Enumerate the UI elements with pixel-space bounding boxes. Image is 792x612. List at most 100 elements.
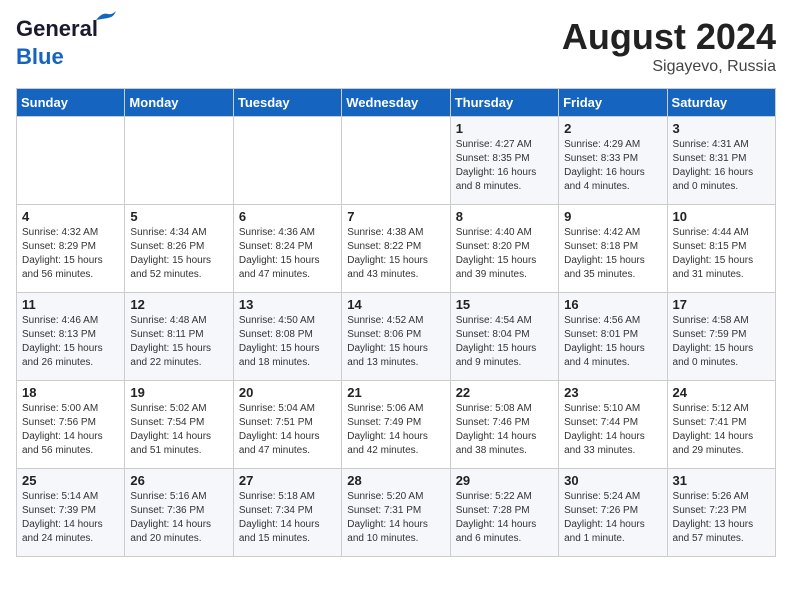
calendar-cell: 25Sunrise: 5:14 AM Sunset: 7:39 PM Dayli… — [17, 469, 125, 557]
day-number: 27 — [239, 473, 336, 488]
day-info: Sunrise: 5:16 AM Sunset: 7:36 PM Dayligh… — [130, 490, 227, 546]
calendar-cell: 29 Sunrise: 5:22 AM Sunset: 7:28 PM Dayli… — [450, 469, 558, 557]
day-number: 14 — [347, 297, 444, 312]
calendar-cell: 2 Sunrise: 4:29 AM Sunset: 8:33 PM Daylig… — [559, 117, 667, 205]
day-info: Sunrise: 4:54 AM Sunset: 8:04 PM Dayligh… — [456, 314, 553, 370]
calendar-cell: 20 Sunrise: 5:04 AM Sunset: 7:51 PM Dayli… — [233, 381, 341, 469]
day-number: 28 — [347, 473, 444, 488]
day-info: Sunrise: 4:50 AM Sunset: 8:08 PM Dayligh… — [239, 314, 336, 370]
day-number: 26 — [130, 473, 227, 488]
day-number: 1 — [456, 121, 553, 136]
page-header: General Blue August 2024 Sigayevo, Russi… — [16, 16, 776, 76]
calendar-cell: 9 Sunrise: 4:42 AM Sunset: 8:18 PM Daylig… — [559, 205, 667, 293]
calendar-cell: 18 Sunrise: 5:00 AM Sunset: 7:56 PM Dayli… — [17, 381, 125, 469]
calendar-cell: 8 Sunrise: 4:40 AM Sunset: 8:20 PM Daylig… — [450, 205, 558, 293]
calendar-cell: 30 Sunrise: 5:24 AM Sunset: 7:26 PM Dayli… — [559, 469, 667, 557]
day-number: 4 — [22, 209, 119, 224]
calendar-week-row: 4 Sunrise: 4:32 AM Sunset: 8:29 PM Daylig… — [17, 205, 776, 293]
calendar-cell: 23Sunrise: 5:10 AM Sunset: 7:44 PM Dayli… — [559, 381, 667, 469]
day-number: 2 — [564, 121, 661, 136]
day-info: Sunrise: 4:56 AM Sunset: 8:01 PM Dayligh… — [564, 314, 661, 370]
day-info: Sunrise: 5:20 AM Sunset: 7:31 PM Dayligh… — [347, 490, 444, 546]
day-number: 29 — [456, 473, 553, 488]
calendar-cell: 31 Sunrise: 5:26 AM Sunset: 7:23 PM Dayli… — [667, 469, 775, 557]
calendar-cell — [233, 117, 341, 205]
day-info: Sunrise: 4:38 AM Sunset: 8:22 PM Dayligh… — [347, 226, 444, 282]
day-header-wednesday: Wednesday — [342, 89, 450, 117]
calendar-cell: 12 Sunrise: 4:48 AM Sunset: 8:11 PM Dayli… — [125, 293, 233, 381]
day-info: Sunrise: 4:29 AM Sunset: 8:33 PM Dayligh… — [564, 138, 661, 194]
day-number: 7 — [347, 209, 444, 224]
calendar-cell: 6Sunrise: 4:36 AM Sunset: 8:24 PM Daylig… — [233, 205, 341, 293]
day-number: 8 — [456, 209, 553, 224]
day-number: 15 — [456, 297, 553, 312]
day-info: Sunrise: 4:32 AM Sunset: 8:29 PM Dayligh… — [22, 226, 119, 282]
day-number: 24 — [673, 385, 770, 400]
calendar-cell: 16 Sunrise: 4:56 AM Sunset: 8:01 PM Dayli… — [559, 293, 667, 381]
day-info: Sunrise: 5:24 AM Sunset: 7:26 PM Dayligh… — [564, 490, 661, 546]
logo-bird-icon — [94, 10, 116, 24]
calendar-cell — [125, 117, 233, 205]
day-number: 10 — [673, 209, 770, 224]
calendar-cell: 3 Sunrise: 4:31 AM Sunset: 8:31 PM Daylig… — [667, 117, 775, 205]
day-info: Sunrise: 5:04 AM Sunset: 7:51 PM Dayligh… — [239, 402, 336, 458]
day-number: 18 — [22, 385, 119, 400]
day-info: Sunrise: 5:22 AM Sunset: 7:28 PM Dayligh… — [456, 490, 553, 546]
day-number: 5 — [130, 209, 227, 224]
day-number: 16 — [564, 297, 661, 312]
calendar-week-row: 18 Sunrise: 5:00 AM Sunset: 7:56 PM Dayli… — [17, 381, 776, 469]
day-info: Sunrise: 5:02 AM Sunset: 7:54 PM Dayligh… — [130, 402, 227, 458]
day-number: 20 — [239, 385, 336, 400]
day-info: Sunrise: 5:12 AM Sunset: 7:41 PM Dayligh… — [673, 402, 770, 458]
calendar-cell: 4 Sunrise: 4:32 AM Sunset: 8:29 PM Daylig… — [17, 205, 125, 293]
day-number: 13 — [239, 297, 336, 312]
calendar-cell: 10Sunrise: 4:44 AM Sunset: 8:15 PM Dayli… — [667, 205, 775, 293]
day-info: Sunrise: 5:26 AM Sunset: 7:23 PM Dayligh… — [673, 490, 770, 546]
logo: General Blue — [16, 16, 98, 70]
calendar-week-row: 25Sunrise: 5:14 AM Sunset: 7:39 PM Dayli… — [17, 469, 776, 557]
calendar-cell: 5 Sunrise: 4:34 AM Sunset: 8:26 PM Daylig… — [125, 205, 233, 293]
day-info: Sunrise: 5:00 AM Sunset: 7:56 PM Dayligh… — [22, 402, 119, 458]
day-info: Sunrise: 4:42 AM Sunset: 8:18 PM Dayligh… — [564, 226, 661, 282]
logo-text-blue: Blue — [16, 44, 64, 70]
day-header-tuesday: Tuesday — [233, 89, 341, 117]
calendar-cell — [17, 117, 125, 205]
day-number: 12 — [130, 297, 227, 312]
calendar-cell: 13 Sunrise: 4:50 AM Sunset: 8:08 PM Dayli… — [233, 293, 341, 381]
calendar-cell: 22Sunrise: 5:08 AM Sunset: 7:46 PM Dayli… — [450, 381, 558, 469]
calendar-week-row: 1Sunrise: 4:27 AM Sunset: 8:35 PM Daylig… — [17, 117, 776, 205]
calendar-cell: 1Sunrise: 4:27 AM Sunset: 8:35 PM Daylig… — [450, 117, 558, 205]
day-number: 3 — [673, 121, 770, 136]
calendar-cell: 15 Sunrise: 4:54 AM Sunset: 8:04 PM Dayli… — [450, 293, 558, 381]
day-number: 22 — [456, 385, 553, 400]
logo-text-general: General — [16, 16, 98, 41]
day-number: 6 — [239, 209, 336, 224]
calendar-cell: 17Sunrise: 4:58 AM Sunset: 7:59 PM Dayli… — [667, 293, 775, 381]
calendar-cell: 26 Sunrise: 5:16 AM Sunset: 7:36 PM Dayli… — [125, 469, 233, 557]
calendar-cell — [342, 117, 450, 205]
day-number: 25 — [22, 473, 119, 488]
day-info: Sunrise: 5:18 AM Sunset: 7:34 PM Dayligh… — [239, 490, 336, 546]
day-info: Sunrise: 4:48 AM Sunset: 8:11 PM Dayligh… — [130, 314, 227, 370]
location-subtitle: Sigayevo, Russia — [562, 58, 776, 76]
calendar-cell: 27 Sunrise: 5:18 AM Sunset: 7:34 PM Dayli… — [233, 469, 341, 557]
day-header-saturday: Saturday — [667, 89, 775, 117]
day-number: 31 — [673, 473, 770, 488]
calendar-cell: 24 Sunrise: 5:12 AM Sunset: 7:41 PM Dayli… — [667, 381, 775, 469]
day-number: 19 — [130, 385, 227, 400]
day-number: 23 — [564, 385, 661, 400]
day-number: 17 — [673, 297, 770, 312]
calendar-cell: 21Sunrise: 5:06 AM Sunset: 7:49 PM Dayli… — [342, 381, 450, 469]
day-number: 9 — [564, 209, 661, 224]
day-info: Sunrise: 4:46 AM Sunset: 8:13 PM Dayligh… — [22, 314, 119, 370]
title-block: August 2024 Sigayevo, Russia — [562, 16, 776, 76]
day-info: Sunrise: 4:31 AM Sunset: 8:31 PM Dayligh… — [673, 138, 770, 194]
calendar-cell: 19 Sunrise: 5:02 AM Sunset: 7:54 PM Dayli… — [125, 381, 233, 469]
calendar-cell: 11Sunrise: 4:46 AM Sunset: 8:13 PM Dayli… — [17, 293, 125, 381]
day-header-monday: Monday — [125, 89, 233, 117]
day-info: Sunrise: 4:34 AM Sunset: 8:26 PM Dayligh… — [130, 226, 227, 282]
day-header-thursday: Thursday — [450, 89, 558, 117]
day-info: Sunrise: 4:40 AM Sunset: 8:20 PM Dayligh… — [456, 226, 553, 282]
calendar-week-row: 11Sunrise: 4:46 AM Sunset: 8:13 PM Dayli… — [17, 293, 776, 381]
day-number: 30 — [564, 473, 661, 488]
